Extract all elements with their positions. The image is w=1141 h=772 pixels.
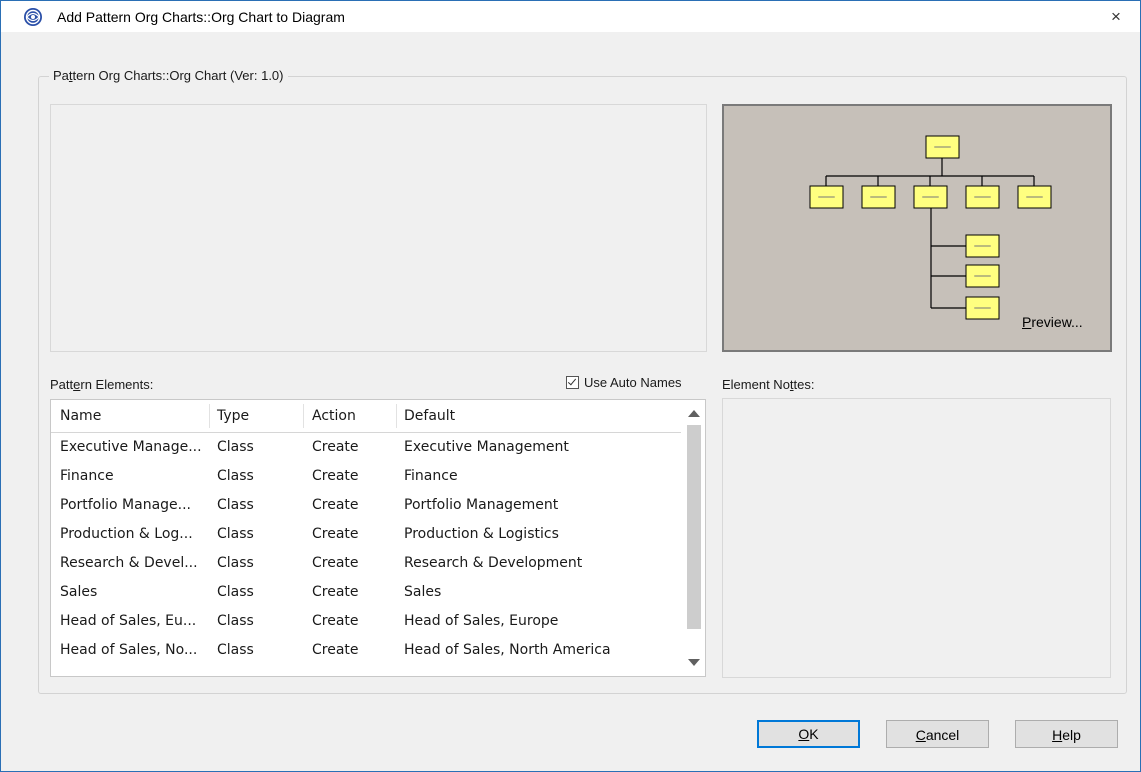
table-row[interactable]: Portfolio Manage... Class Create Portfolio … xyxy=(51,491,681,520)
cell-type: Class xyxy=(217,439,254,455)
pattern-group-label: Pattern Org Charts::Org Chart (Ver: 1.0) xyxy=(49,68,288,83)
cell-action: Create xyxy=(312,584,359,600)
table-row[interactable]: Production & Log... Class Create Production… xyxy=(51,520,681,549)
cell-type: Class xyxy=(217,497,254,513)
column-divider[interactable] xyxy=(303,404,304,428)
cell-action: Create xyxy=(312,497,359,513)
cell-default: Head of Sales, North America xyxy=(404,642,611,658)
scroll-down-arrow-icon[interactable] xyxy=(688,659,700,666)
list-header: Name Type Action Default xyxy=(51,400,681,433)
table-row[interactable]: Finance Class Create Finance xyxy=(51,462,681,491)
scroll-thumb[interactable] xyxy=(687,425,701,629)
ok-button[interactable]: OK xyxy=(757,720,860,748)
use-auto-names-label: Use Auto Names xyxy=(584,375,682,390)
pattern-description-panel xyxy=(50,104,707,352)
close-icon[interactable]: × xyxy=(1102,5,1130,29)
cell-type: Class xyxy=(217,613,254,629)
cell-default: Production & Logistics xyxy=(404,526,559,542)
cell-action: Create xyxy=(312,642,359,658)
cell-action: Create xyxy=(312,526,359,542)
cell-action: Create xyxy=(312,468,359,484)
element-notes-panel[interactable] xyxy=(722,398,1111,678)
element-notes-label: Element Nottes: xyxy=(722,377,815,392)
dialog-window: Add Pattern Org Charts::Org Chart to Dia… xyxy=(0,0,1141,772)
cancel-button[interactable]: Cancel xyxy=(886,720,989,748)
column-header-default[interactable]: Default xyxy=(404,400,455,432)
cell-type: Class xyxy=(217,555,254,571)
cell-name: Sales xyxy=(60,584,98,600)
table-row[interactable]: Sales Class Create Sales xyxy=(51,578,681,607)
cell-action: Create xyxy=(312,555,359,571)
pattern-elements-list[interactable]: Name Type Action Default Executive Manag… xyxy=(50,399,706,677)
cell-default: Sales xyxy=(404,584,442,600)
use-auto-names-checkbox[interactable]: Use Auto Names xyxy=(566,375,682,390)
pattern-elements-label: Pattern Elements: xyxy=(50,377,154,392)
cell-type: Class xyxy=(217,584,254,600)
cell-default: Executive Management xyxy=(404,439,569,455)
column-divider[interactable] xyxy=(396,404,397,428)
cell-default: Research & Development xyxy=(404,555,583,571)
title-bar[interactable]: Add Pattern Org Charts::Org Chart to Dia… xyxy=(1,1,1140,32)
cell-name: Executive Manage... xyxy=(60,439,202,455)
app-logo-icon xyxy=(24,8,42,26)
table-row[interactable]: Head of Sales, Eu... Class Create Head of S… xyxy=(51,607,681,636)
cell-name: Production & Log... xyxy=(60,526,193,542)
cell-type: Class xyxy=(217,526,254,542)
cell-name: Finance xyxy=(60,468,114,484)
cell-name: Portfolio Manage... xyxy=(60,497,192,513)
cell-name: Head of Sales, Eu... xyxy=(60,613,197,629)
cell-name: Research & Devel... xyxy=(60,555,198,571)
vertical-scrollbar[interactable] xyxy=(683,400,705,676)
cell-default: Finance xyxy=(404,468,458,484)
window-title: Add Pattern Org Charts::Org Chart to Dia… xyxy=(57,9,345,25)
scroll-up-arrow-icon[interactable] xyxy=(688,410,700,417)
column-header-action[interactable]: Action xyxy=(312,400,356,432)
help-button[interactable]: Help xyxy=(1015,720,1118,748)
cell-action: Create xyxy=(312,613,359,629)
column-header-type[interactable]: Type xyxy=(217,400,249,432)
checkmark-icon[interactable] xyxy=(566,376,579,389)
cell-default: Head of Sales, Europe xyxy=(404,613,559,629)
dialog-body: Pattern Org Charts::Org Chart (Ver: 1.0)… xyxy=(1,32,1140,771)
cell-type: Class xyxy=(217,642,254,658)
cell-name: Head of Sales, No... xyxy=(60,642,198,658)
table-row[interactable]: Executive Manage... Class Create Executive … xyxy=(51,433,681,462)
table-row[interactable]: Head of Sales, No... Class Create Head of S… xyxy=(51,636,681,665)
table-row[interactable]: Research & Devel... Class Create Research &… xyxy=(51,549,681,578)
cell-default: Portfolio Management xyxy=(404,497,559,513)
pattern-preview-panel[interactable]: Preview... xyxy=(722,104,1112,352)
cell-action: Create xyxy=(312,439,359,455)
column-header-name[interactable]: Name xyxy=(60,400,101,432)
preview-link[interactable]: Preview... xyxy=(1022,314,1083,330)
cell-type: Class xyxy=(217,468,254,484)
column-divider[interactable] xyxy=(209,404,210,428)
